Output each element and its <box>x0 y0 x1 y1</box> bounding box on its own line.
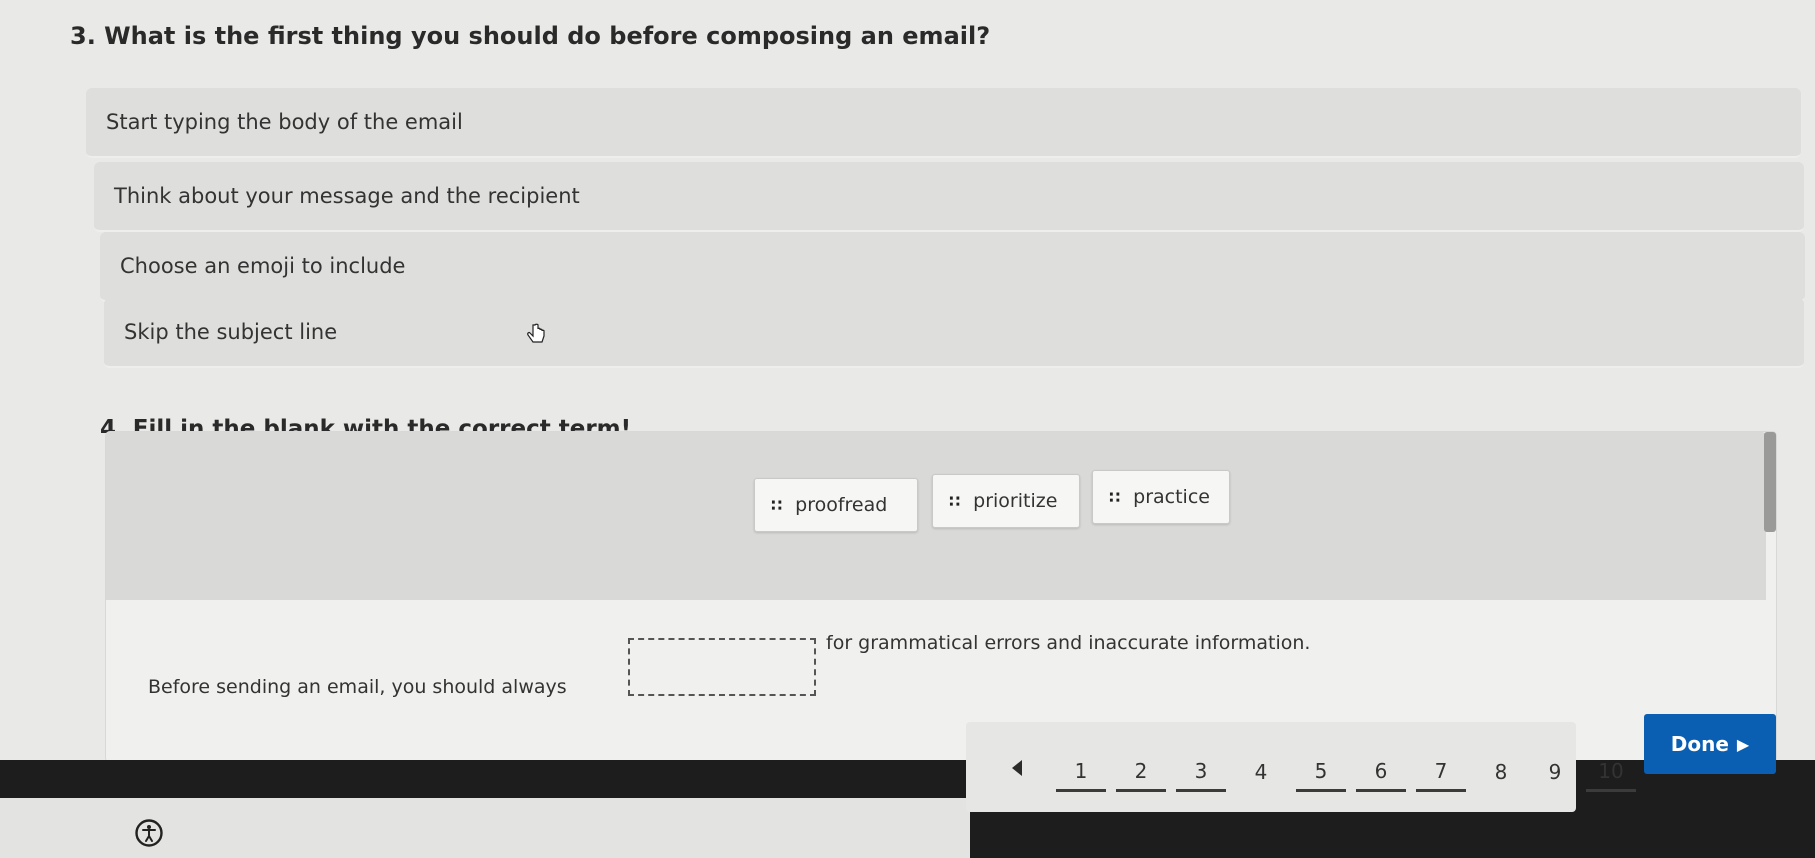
word-chip-label: prioritize <box>973 490 1058 512</box>
word-chip-proofread[interactable]: ∷ proofread <box>754 478 918 532</box>
word-chip-label: practice <box>1133 486 1210 508</box>
page-7-button[interactable]: 7 <box>1416 752 1466 792</box>
page-4-button[interactable]: 4 <box>1236 752 1286 792</box>
answer-option-label: Choose an emoji to include <box>120 254 406 278</box>
answer-option-4[interactable]: Skip the subject line <box>104 298 1804 368</box>
page-5-button[interactable]: 5 <box>1296 752 1346 792</box>
done-button-label: Done <box>1670 732 1729 756</box>
word-chip-prioritize[interactable]: ∷ prioritize <box>932 474 1080 528</box>
page-3-button[interactable]: 3 <box>1176 752 1226 792</box>
triangle-right-icon: ▶ <box>1736 734 1750 754</box>
done-button[interactable]: Done ▶ <box>1644 714 1776 774</box>
drag-handle-icon: ∷ <box>949 491 960 511</box>
page-8-button[interactable]: 8 <box>1476 752 1526 792</box>
page-2-button[interactable]: 2 <box>1116 752 1166 792</box>
question-3-title: 3. What is the first thing you should do… <box>70 22 991 50</box>
previous-page-button[interactable] <box>1000 746 1034 790</box>
hand-pointer-icon <box>527 323 545 343</box>
accessibility-icon[interactable] <box>134 818 164 848</box>
word-chip-practice[interactable]: ∷ practice <box>1092 470 1230 524</box>
answer-option-label: Think about your message and the recipie… <box>114 184 580 208</box>
page-9-button[interactable]: 9 <box>1530 752 1580 792</box>
answer-option-label: Start typing the body of the email <box>106 110 463 134</box>
page-6-button[interactable]: 6 <box>1356 752 1406 792</box>
page-10-button[interactable]: 10 <box>1586 752 1636 792</box>
fill-in-sentence: Before sending an email, you should alwa… <box>148 632 1648 712</box>
blank-drop-slot[interactable] <box>628 638 816 696</box>
answer-option-label: Skip the subject line <box>124 320 338 344</box>
panel-scrollbar[interactable] <box>1764 432 1776 532</box>
answer-option-2[interactable]: Think about your message and the recipie… <box>94 162 1804 232</box>
sentence-after-text: for grammatical errors and inaccurate in… <box>826 632 1311 654</box>
drag-handle-icon: ∷ <box>1109 487 1120 507</box>
page-1-button[interactable]: 1 <box>1056 752 1106 792</box>
answer-option-3[interactable]: Choose an emoji to include <box>100 232 1805 302</box>
drag-handle-icon: ∷ <box>771 495 782 515</box>
sentence-before-text: Before sending an email, you should alwa… <box>148 676 567 698</box>
triangle-left-icon <box>1012 760 1022 776</box>
answer-option-1[interactable]: Start typing the body of the email <box>86 88 1801 158</box>
word-chip-label: proofread <box>795 494 888 516</box>
